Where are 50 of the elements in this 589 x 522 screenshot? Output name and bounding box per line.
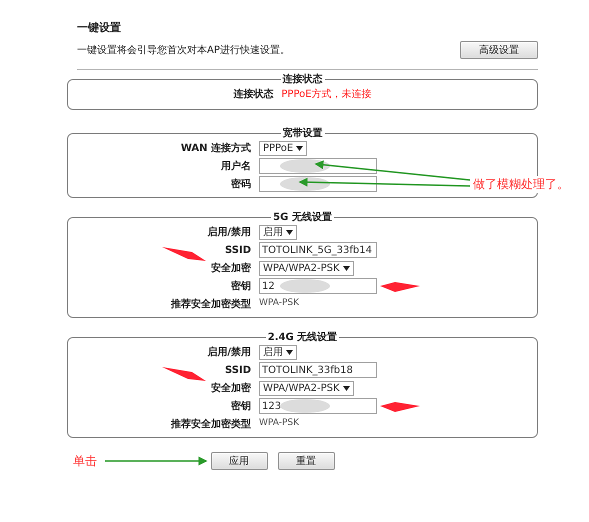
input-field[interactable]: [259, 176, 377, 192]
caret-icon: [296, 146, 304, 150]
dropdown[interactable]: 启用: [259, 224, 297, 240]
annotation-arrow: [380, 282, 420, 292]
blur-patch: [280, 279, 330, 293]
field-label: 启用/禁用: [207, 226, 251, 238]
field-label: 用户名: [221, 160, 251, 172]
caret-icon: [342, 386, 350, 390]
blur-patch: [280, 177, 330, 191]
status-value: PPPoE方式，未连接: [281, 88, 372, 101]
caret-icon: [286, 350, 293, 354]
field-label: 密码: [231, 178, 251, 190]
field-label: 安全加密: [211, 262, 251, 274]
panel-title: 2.4G 无线设置: [266, 332, 338, 343]
form-button[interactable]: 应用: [210, 452, 268, 470]
field-label: 连接状态: [233, 88, 274, 101]
field-label: 密钥: [231, 280, 251, 292]
field-label: 启用/禁用: [207, 346, 251, 358]
form-button[interactable]: 重置: [278, 452, 334, 470]
field-label: 推荐安全加密类型: [171, 418, 251, 430]
field-label: SSID: [225, 364, 251, 376]
annotation-arrow: [380, 402, 420, 412]
field-value: WPA-PSK: [259, 299, 299, 309]
panel-title: 连接状态: [282, 74, 324, 85]
field-label: SSID: [225, 244, 251, 256]
field-label: WAN 连接方式: [180, 142, 251, 154]
input-field[interactable]: TOTOLINK_5G_33fb14: [259, 242, 377, 258]
input-field[interactable]: [259, 158, 377, 174]
description-text: 一键设置将会引导您首次对本AP进行快速设置。: [77, 44, 290, 57]
panel-title: 5G 无线设置: [272, 212, 333, 223]
field-value: WPA-PSK: [259, 419, 299, 429]
blur-patch: [280, 159, 330, 173]
dropdown[interactable]: WPA/WPA2-PSK: [259, 260, 354, 276]
dropdown[interactable]: PPPoE: [259, 140, 308, 156]
field-label: 密钥: [231, 400, 251, 412]
annotation-arrow: [162, 367, 206, 381]
page-title: 一键设置: [77, 20, 122, 35]
dropdown[interactable]: 启用: [259, 344, 297, 360]
input-field[interactable]: TOTOLINK_33fb18: [259, 362, 377, 378]
field-label: 安全加密: [211, 382, 251, 394]
input-field[interactable]: 12: [259, 278, 377, 294]
dropdown[interactable]: WPA/WPA2-PSK: [259, 380, 354, 396]
caret-icon: [342, 266, 350, 270]
blur-patch: [280, 399, 330, 413]
input-field[interactable]: 123: [259, 398, 377, 414]
advanced-settings-button[interactable]: 高级设置: [460, 41, 538, 59]
field-label: 推荐安全加密类型: [171, 298, 251, 310]
panel-title: 宽带设置: [282, 128, 324, 139]
annotation-arrow: [162, 247, 206, 261]
caret-icon: [286, 230, 293, 234]
